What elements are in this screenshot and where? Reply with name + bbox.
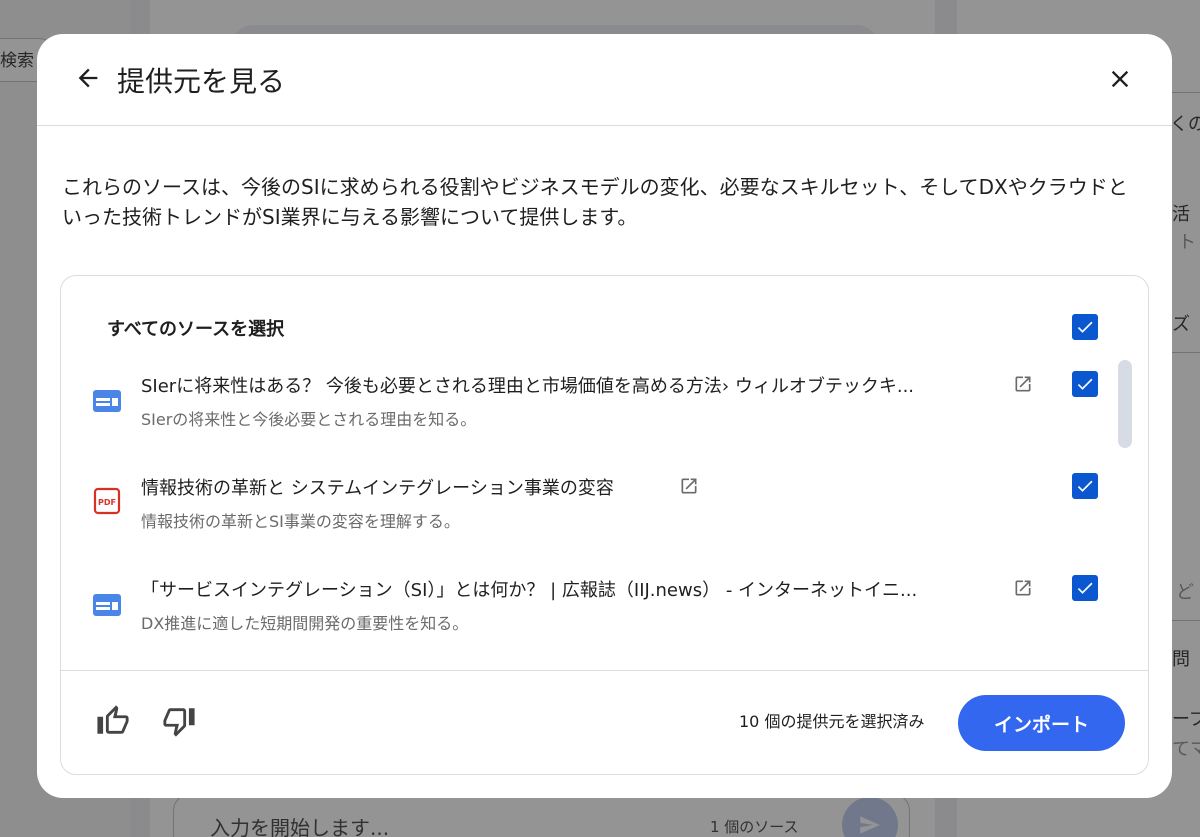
source-item[interactable]: SIerに将来性はある？ 今後も必要とされる理由と市場価値を高める方法› ウィル… xyxy=(61,358,1121,458)
source-title[interactable]: 情報技術の革新と システムインテグレーション事業の変容 xyxy=(141,474,614,500)
pdf-icon: PDF xyxy=(90,486,124,516)
source-item[interactable]: PDF 情報技術の革新と システムインテグレーション事業の変容 情報技術の革新と… xyxy=(61,460,1121,560)
source-subtitle: DX推進に適した短期間開発の重要性を知る。 xyxy=(141,614,469,633)
arrow-left-icon xyxy=(78,68,98,88)
source-title[interactable]: 「サービスインテグレーション（SI）」とは何か？ | 広報誌（IIJ.news）… xyxy=(141,576,917,602)
selected-count: 10 個の提供元を選択済み xyxy=(739,712,925,731)
check-icon xyxy=(1077,378,1093,390)
import-button[interactable]: インポート xyxy=(958,695,1125,751)
check-icon xyxy=(1077,480,1093,492)
source-checkbox[interactable] xyxy=(1072,371,1098,397)
source-subtitle: SIerの将来性と今後必要とされる理由を知る。 xyxy=(141,410,477,429)
sources-card: すべてのソースを選択 SIerに将来性はある？ 今後も必要とされる理由と市場価値… xyxy=(60,275,1149,775)
open-in-new-icon[interactable] xyxy=(677,474,701,498)
close-icon xyxy=(1111,70,1129,88)
thumbs-down-icon xyxy=(163,708,195,737)
open-in-new-icon[interactable] xyxy=(1011,372,1035,396)
open-in-new-icon[interactable] xyxy=(1011,576,1035,600)
thumbs-up-button[interactable] xyxy=(93,701,133,741)
back-button[interactable] xyxy=(70,60,106,96)
close-button[interactable] xyxy=(1102,61,1138,97)
select-all-label: すべてのソースを選択 xyxy=(107,319,285,340)
check-icon xyxy=(1077,582,1093,594)
thumbs-down-button[interactable] xyxy=(159,701,199,741)
sources-dialog: 提供元を見る これらのソースは、今後のSIに求められる役割やビジネスモデルの変化… xyxy=(37,34,1172,798)
source-subtitle: 情報技術の革新とSI事業の変容を理解する。 xyxy=(141,512,460,531)
source-list[interactable]: SIerに将来性はある？ 今後も必要とされる理由と市場価値を高める方法› ウィル… xyxy=(61,358,1121,670)
card-footer: 10 個の提供元を選択済み インポート xyxy=(61,670,1148,774)
svg-text:PDF: PDF xyxy=(98,498,116,507)
source-checkbox[interactable] xyxy=(1072,473,1098,499)
web-page-icon xyxy=(90,590,124,620)
source-title[interactable]: SIerに将来性はある？ 今後も必要とされる理由と市場価値を高める方法› ウィル… xyxy=(141,372,914,398)
select-all-checkbox[interactable] xyxy=(1072,314,1098,340)
dialog-header: 提供元を見る xyxy=(37,34,1172,126)
source-list-scrollbar[interactable] xyxy=(1118,360,1132,448)
web-page-icon xyxy=(90,386,124,416)
check-icon xyxy=(1077,321,1093,333)
thumbs-up-icon xyxy=(97,705,129,734)
source-checkbox[interactable] xyxy=(1072,575,1098,601)
source-item[interactable]: 「サービスインテグレーション（SI）」とは何か？ | 広報誌（IIJ.news）… xyxy=(61,562,1121,662)
dialog-title: 提供元を見る xyxy=(117,65,286,98)
dialog-description: これらのソースは、今後のSIに求められる役割やビジネスモデルの変化、必要なスキル… xyxy=(62,175,1128,229)
